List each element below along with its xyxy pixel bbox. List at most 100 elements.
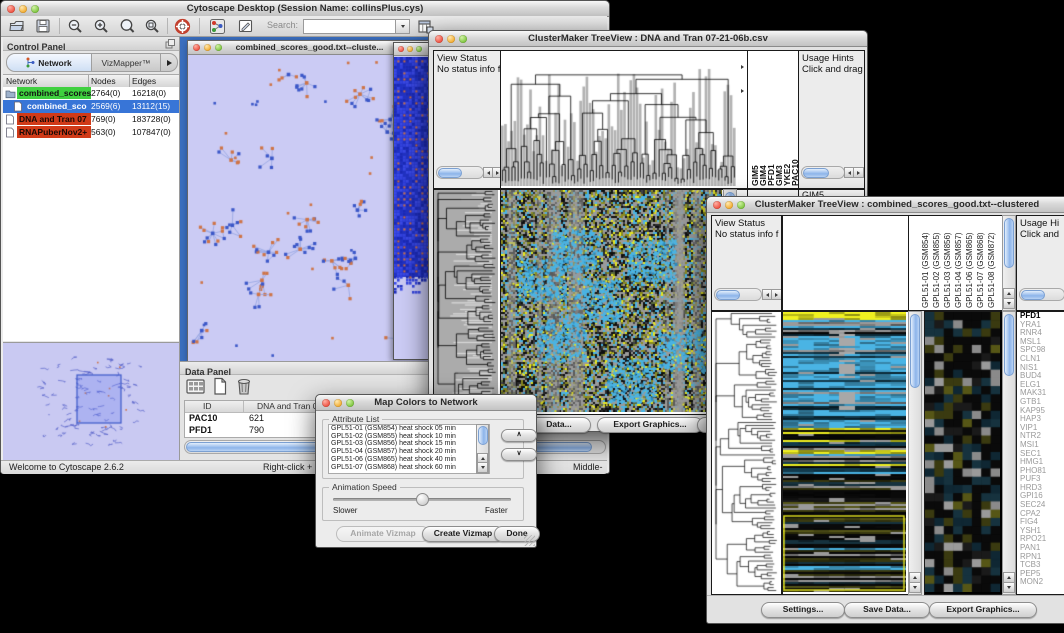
expand-arrow-icon[interactable] (741, 89, 744, 93)
treeview2-collabel-vscrollbar[interactable] (1002, 215, 1016, 311)
scrollbar-thumb[interactable] (910, 314, 920, 388)
column-label[interactable]: PFD1 (766, 124, 774, 186)
export-graphics-button[interactable]: Export Graphics... (929, 602, 1037, 618)
treeview1-heatmap[interactable] (500, 189, 725, 415)
zoom-window-icon[interactable] (31, 5, 39, 13)
speed-slider-thumb[interactable] (416, 493, 429, 506)
save-icon[interactable] (35, 18, 51, 34)
attribute-grid-icon[interactable] (186, 378, 206, 396)
search-input[interactable] (303, 19, 397, 34)
network-overview-thumbnail[interactable] (3, 343, 179, 461)
attribute-item[interactable]: GPL51-03 (GSM856) heat shock 15 min (331, 440, 489, 448)
tab-network[interactable]: Network (7, 54, 92, 71)
move-down-button[interactable]: ∨ (501, 448, 537, 461)
scrollbar-thumb[interactable] (1004, 218, 1014, 268)
save-data-button[interactable]: Save Data... (844, 602, 930, 618)
scroll-down-button[interactable] (1003, 582, 1015, 593)
treeview1-title-bar[interactable]: ClusterMaker TreeView : DNA and Tran 07-… (429, 31, 867, 47)
scroll-right-button[interactable] (771, 289, 782, 300)
attribute-list-vscrollbar[interactable] (476, 424, 489, 474)
column-label[interactable]: PAC10 (790, 124, 798, 186)
zoom-out-icon[interactable] (67, 18, 84, 35)
col-header-edges[interactable]: Edges (132, 75, 156, 87)
col-header-network[interactable]: Network (6, 75, 37, 87)
minimize-icon[interactable] (407, 46, 413, 52)
zoom-window-icon[interactable] (346, 399, 354, 407)
scrollbar-thumb[interactable] (478, 426, 488, 445)
float-panel-icon[interactable] (165, 39, 175, 49)
annotation-icon[interactable] (237, 18, 254, 35)
main-title-bar[interactable]: Cytoscape Desktop (Session Name: collins… (1, 1, 609, 17)
treeview2-row-dendrogram[interactable] (711, 311, 782, 595)
zoom-fit-icon[interactable] (144, 18, 161, 35)
treeview2-heatmap-vscrollbar[interactable] (908, 311, 922, 595)
minimize-icon[interactable] (725, 201, 733, 209)
scroll-down-button[interactable] (1003, 298, 1015, 309)
attribute-item[interactable]: GPL51-02 (GSM855) heat shock 10 min (331, 433, 489, 441)
column-label[interactable]: GPL51-06 (GSM865) (965, 220, 976, 308)
minimize-icon[interactable] (334, 399, 342, 407)
dense-network-grid-canvas[interactable] (394, 57, 429, 301)
column-label[interactable]: GPL51-01 (GSM854) (921, 220, 932, 308)
create-vizmap-button[interactable]: Create Vizmap (422, 526, 504, 542)
expand-arrow-icon[interactable] (741, 65, 744, 69)
treeview2-zoom-heatmap[interactable] (924, 311, 1003, 595)
scroll-down-button[interactable] (477, 462, 488, 473)
move-up-button[interactable]: ∧ (501, 429, 537, 442)
scroll-right-button[interactable] (853, 167, 864, 178)
treeview2-zoom-vscrollbar[interactable] (1002, 311, 1016, 595)
usage-hints-hscrollbar[interactable] (801, 166, 845, 179)
search-dropdown-button[interactable] (395, 19, 410, 34)
open-file-icon[interactable] (9, 18, 25, 34)
close-icon[interactable] (398, 46, 404, 52)
tab-vizmapper[interactable]: VizMapper™ (92, 54, 160, 71)
minimize-icon[interactable] (19, 5, 27, 13)
scroll-down-button[interactable] (909, 582, 921, 593)
treeview1-column-dendrogram[interactable] (500, 50, 739, 189)
resize-grip[interactable] (524, 535, 535, 546)
treeview1-row-dendrogram[interactable] (433, 189, 501, 415)
tab-overflow-button[interactable] (160, 54, 177, 71)
table-row[interactable]: RNAPuberNov2+ 563(0)107847(0) (3, 126, 179, 139)
treeview2-column-dendrogram[interactable] (782, 215, 909, 311)
column-label[interactable]: YKE2 (782, 124, 790, 186)
dialog-title-bar[interactable]: Map Colors to Network (316, 395, 536, 411)
zoom-window-icon[interactable] (416, 46, 422, 52)
treeview2-title-bar[interactable]: ClusterMaker TreeView : combined_scores_… (707, 197, 1064, 213)
help-lifering-icon[interactable] (174, 18, 191, 35)
zoom-in-icon[interactable] (93, 18, 110, 35)
column-label[interactable]: GIM3 (774, 124, 782, 186)
minimize-icon[interactable] (447, 35, 455, 43)
animate-vizmap-button[interactable]: Animate Vizmap (336, 526, 430, 542)
minimize-icon[interactable] (204, 44, 211, 51)
column-label[interactable]: GPL51-08 (GSM872) (987, 220, 998, 308)
column-label[interactable]: GIM4 (758, 124, 766, 186)
column-label[interactable]: GIM5 (750, 124, 758, 186)
scrollbar-thumb[interactable] (1004, 314, 1014, 376)
column-label[interactable]: GPL51-04 (GSM857) (954, 220, 965, 308)
table-row[interactable]: DNA and Tran 07 769(0)183728(0) (3, 113, 179, 126)
network-overview-panel[interactable] (3, 342, 179, 462)
attribute-item[interactable]: GPL51-06 (GSM865) heat shock 40 min (331, 456, 489, 464)
close-icon[interactable] (193, 44, 200, 51)
network-window-2-title-bar[interactable] (394, 43, 431, 56)
treeview2-heatmap[interactable] (782, 311, 909, 595)
attribute-item[interactable]: GPL51-01 (GSM854) heat shock 05 min (331, 425, 489, 433)
zoom-window-icon[interactable] (459, 35, 467, 43)
gene-label[interactable]: MON2 (1017, 578, 1064, 587)
table-row[interactable]: combined_scores 2764(0)16218(0) (3, 87, 179, 100)
export-graphics-button[interactable]: Export Graphics... (597, 417, 703, 433)
usage-hints-hscrollbar[interactable] (1019, 288, 1064, 301)
close-icon[interactable] (435, 35, 443, 43)
network-manager-icon[interactable] (209, 18, 226, 35)
settings-button[interactable]: Settings... (761, 602, 845, 618)
delete-attribute-trash-icon[interactable] (235, 376, 253, 396)
zoom-window-icon[interactable] (737, 201, 745, 209)
view-status-hscrollbar[interactable] (436, 166, 484, 179)
attribute-item[interactable]: GPL51-04 (GSM857) heat shock 20 min (331, 448, 489, 456)
col-header-nodes[interactable]: Nodes (91, 75, 116, 87)
zoom-selected-icon[interactable] (119, 18, 136, 35)
new-attribute-icon[interactable] (212, 377, 228, 396)
zoom-window-icon[interactable] (215, 44, 222, 51)
close-icon[interactable] (713, 201, 721, 209)
